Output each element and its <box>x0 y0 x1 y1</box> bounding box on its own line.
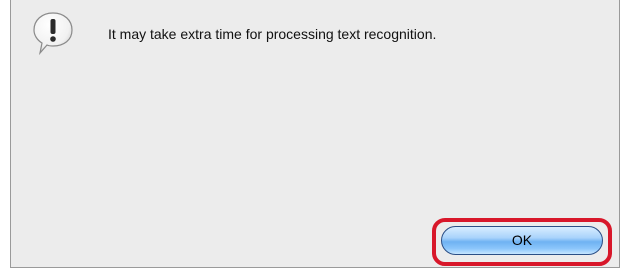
alert-speech-bubble-icon <box>33 12 73 56</box>
screenshot-stage: It may take extra time for processing te… <box>0 0 622 280</box>
ok-button[interactable]: OK <box>441 226 603 255</box>
alert-message: It may take extra time for processing te… <box>108 26 437 42</box>
